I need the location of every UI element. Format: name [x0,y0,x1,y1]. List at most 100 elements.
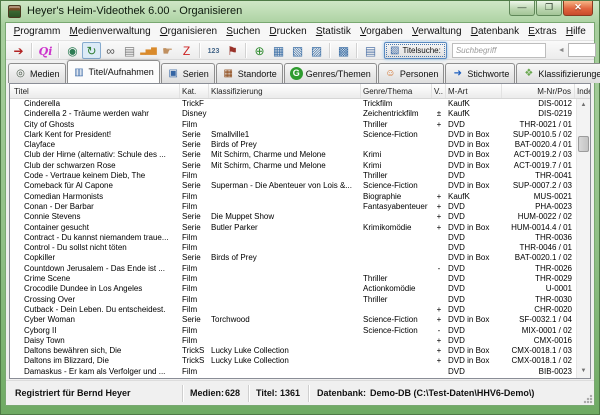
title-search-icon: ▧ [390,45,399,56]
column-header-v[interactable]: V.. [432,84,446,98]
tab-serien[interactable]: ▣Serien [161,63,215,83]
table-row[interactable]: Cinderella 2 - Träume werden wahrDisneyZ… [10,109,590,119]
tab-titel-aufnahmen[interactable]: ▥Titel/Aufnahmen [67,60,160,83]
spinner-left-icon[interactable]: ◄ [558,47,565,54]
column-header-genre-thema[interactable]: Genre/Thema [361,84,432,98]
spinner-value-box[interactable] [568,43,596,57]
medium-hinzufuegen-icon[interactable]: ⊕ [250,42,269,59]
scrollbar-thumb[interactable] [578,136,589,152]
table-row[interactable]: Connie StevensSerieDie Muppet Show+DVDHU… [10,212,590,222]
tab-personen[interactable]: ☺Personen [378,63,445,83]
search-input[interactable] [452,43,546,58]
maximize-button[interactable]: ❐ [536,1,562,16]
drucken-icon[interactable]: ▤ [120,42,139,59]
medienverwaltung-icon[interactable]: ◉ [63,42,82,59]
table-row[interactable]: Container gesuchtSerieButler ParkerKrimi… [10,223,590,233]
table-row[interactable]: Conan - Der BarbarFilmFantasyabenteuer+D… [10,202,590,212]
ausleihe-icon[interactable]: ☛ [158,42,177,59]
menu-item-medienverwaltung[interactable]: Medienverwaltung [65,26,155,37]
table-cell: Contract - Du kannst niemandem traue... [10,233,180,243]
quickinfo-icon[interactable]: Qi [36,42,55,59]
table-row[interactable]: Countdown Jerusalem - Das Ende ist ...Fi… [10,264,590,274]
table-row[interactable]: Daltons im Blizzard, DieTrickSLucky Luke… [10,356,590,366]
column-header-inde[interactable]: Inde [575,84,590,98]
table-row[interactable]: CinderellaTrickFTrickfilmKaufKDIS-0012 [10,99,590,109]
titel-uebernehmen-icon[interactable]: ▦ [269,42,288,59]
menu-item-organisieren[interactable]: Organisieren [155,26,221,37]
tab-genres-themen[interactable]: GGenres/Themen [284,63,377,83]
column-header-kat[interactable]: Kat. [180,84,209,98]
close-button[interactable]: ✕ [563,1,593,16]
statistik-icon[interactable]: ▂▅▇ [139,42,158,59]
nummernkreis-icon[interactable]: 123 [204,42,223,59]
menu-item-suchen[interactable]: Suchen [222,26,265,37]
table-row[interactable]: City of GhostsFilmThriller+DVDTHR-0021 /… [10,120,590,130]
app-window: Heyer's Heim-Videothek 6.00 - Organisier… [0,0,600,415]
table-row[interactable]: Crocodile Dundee in Los AngelesFilmActio… [10,284,590,294]
menu-item-extras[interactable]: Extras [524,26,562,37]
suchen-icon[interactable]: ∞ [101,42,120,59]
titel-bearbeiten-icon[interactable]: ▨ [307,42,326,59]
table-row[interactable]: Contract - Du kannst niemandem traue...F… [10,233,590,243]
titelliste-icon[interactable]: Z [177,42,196,59]
table-row[interactable]: Daltons bewähren sich, DieTrickSLucky Lu… [10,346,590,356]
column-header-m-art[interactable]: M-Art [446,84,502,98]
vertical-scrollbar[interactable]: ▲ ▼ [576,99,590,378]
table-cell: Butler Parker [209,223,361,233]
app-icon [8,5,21,18]
table-cell: Club der schwarzen Rose [10,161,180,171]
column-header-titel[interactable]: Titel [10,84,180,98]
titelsuche-button[interactable]: ▧ Titelsuche: [384,42,447,59]
scroll-up-icon[interactable]: ▲ [577,99,590,112]
menu-item-datenbank[interactable]: Datenbank [466,26,524,37]
tab-standorte[interactable]: ▦Standorte [216,63,283,83]
personen-icon: ☺ [384,67,397,80]
toolbar-separator [58,43,60,58]
table-row[interactable]: ClayfaceSerieBirds of PreyDVD in BoxBAT-… [10,140,590,150]
table-row[interactable]: Damaskus - Er kam als Verfolger und ...F… [10,367,590,377]
exit-icon[interactable]: ➔ [9,42,28,59]
table-cell: DVD [446,326,502,336]
table-row[interactable]: Club der schwarzen RoseSerieMit Schirm, … [10,161,590,171]
table-row[interactable]: Crossing OverFilmThrillerDVDTHR-0030 [10,295,590,305]
menu-item-statistik[interactable]: Statistik [311,26,355,37]
scroll-down-icon[interactable]: ▼ [577,365,590,378]
table-row[interactable]: Crime SceneFilmThrillerDVDTHR-0029 [10,274,590,284]
table-row[interactable]: Cyborg IIFilmScience-Fiction-DVDMIX-0001… [10,326,590,336]
table-row[interactable]: Comedian HarmonistsFilmBiographie+KaufKM… [10,192,590,202]
table-cell: Serie [180,140,209,150]
column-header-klassifizierung[interactable]: Klassifizierung [209,84,361,98]
tab-stichworte[interactable]: ➜Stichworte [445,63,515,83]
table-cell: Actionkomödie [361,284,432,294]
organisieren-icon[interactable]: ↻ [82,42,101,59]
table-row[interactable]: Daisy TownFilm+DVDCMX-0016 [10,336,590,346]
titel-suchen-icon[interactable]: ▧ [288,42,307,59]
table-row[interactable]: Clark Kent for President!SerieSmallville… [10,130,590,140]
menu-item-verwaltung[interactable]: Verwaltung [407,26,466,37]
table-cell: TrickF [180,99,209,109]
table-cell [432,161,446,171]
minimize-button[interactable]: — [509,1,535,16]
table-cell: PHA-0023 [502,202,575,212]
table-row[interactable]: Cutback - Dein Leben. Du entscheidest.Fi… [10,305,590,315]
table-row[interactable]: Code - Vertraue keinem Dieb, TheFilmThri… [10,171,590,181]
menu-item-programm[interactable]: Programm [9,26,65,37]
title-bar[interactable]: Heyer's Heim-Videothek 6.00 - Organisier… [1,1,599,22]
column-header-m-nr-pos[interactable]: M-Nr/Pos [502,84,575,98]
table-row[interactable]: Cyber WomanSerieTorchwoodScience-Fiction… [10,315,590,325]
menu-item-drucken[interactable]: Drucken [265,26,311,37]
table-cell: Crocodile Dundee in Los Angeles [10,284,180,294]
table-cell: DVD in Box [446,346,502,356]
titel-speichern-icon[interactable]: ▩ [334,42,353,59]
table-row[interactable]: Comeback für Al CaponeSerieSuperman - Di… [10,181,590,191]
druckvorschau-icon[interactable]: ▤ [361,42,380,59]
tab-klassifizierungen[interactable]: ❖Klassifizierungen [516,63,600,83]
table-row[interactable]: CopkillerSerieBirds of PreyDVD in BoxBAT… [10,253,590,263]
tab-medien[interactable]: ◎Medien [8,63,66,83]
menu-item-vorgaben[interactable]: Vorgaben [355,26,407,37]
menu-item-hilfe[interactable]: Hilfe [561,26,590,37]
resize-grip[interactable] [583,394,593,404]
markierung-icon[interactable]: ⚑ [223,42,242,59]
table-row[interactable]: Control - Du sollst nicht tötenFilmDVDTH… [10,243,590,253]
table-row[interactable]: Club der Hirne (alternativ: Schule des .… [10,150,590,160]
